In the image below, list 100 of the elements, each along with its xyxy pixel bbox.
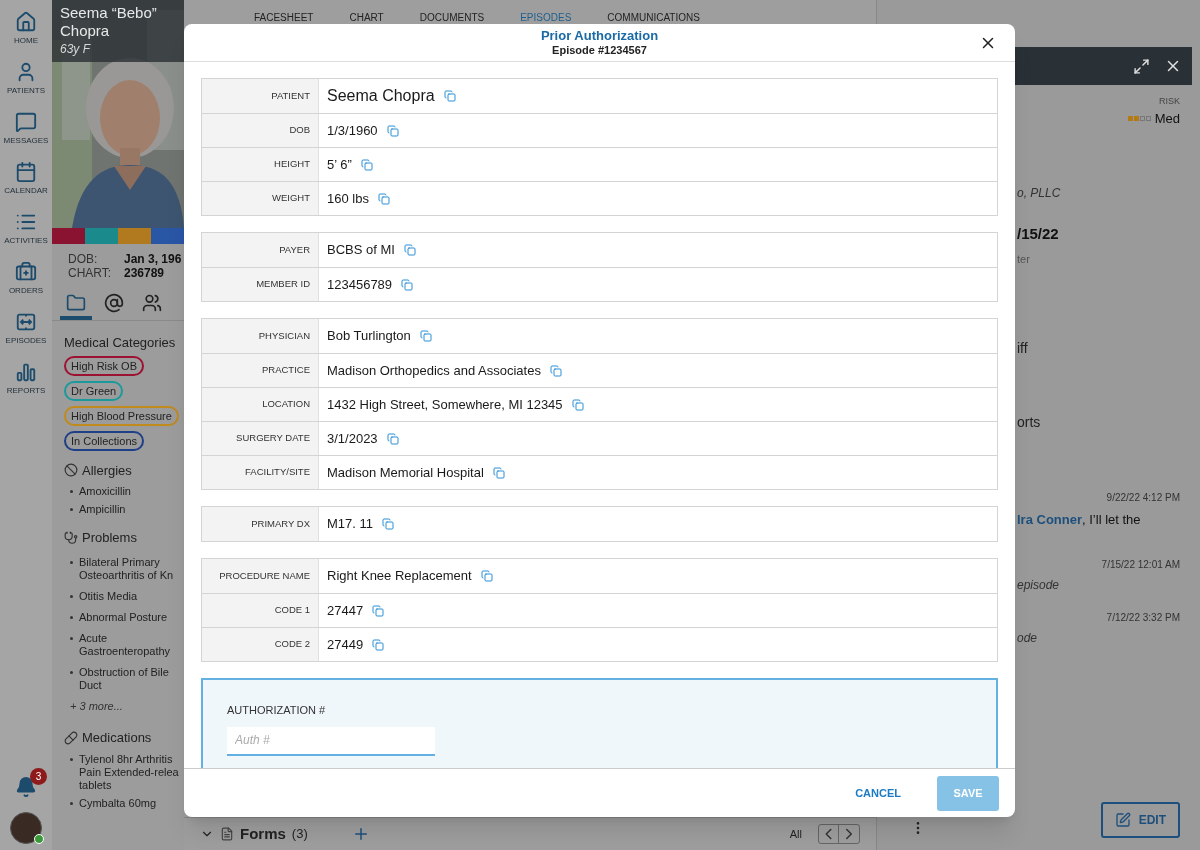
bullet-icon bbox=[70, 508, 73, 511]
field-value: Madison Memorial Hospital bbox=[327, 463, 484, 482]
bullet-icon bbox=[70, 757, 73, 761]
bullet-icon bbox=[70, 490, 73, 493]
notification-badge: 3 bbox=[30, 768, 47, 785]
expand-icon[interactable] bbox=[1133, 57, 1150, 75]
field-label: DOB bbox=[289, 123, 310, 138]
risk-value: Med bbox=[1154, 109, 1180, 128]
mention-link[interactable]: lra Conner bbox=[1017, 512, 1082, 527]
copy-icon[interactable] bbox=[372, 638, 385, 651]
copy-icon[interactable] bbox=[549, 364, 562, 377]
more-link[interactable]: + 3 more... bbox=[64, 697, 172, 714]
field-value: 1432 High Street, Somewhere, MI 12345 bbox=[327, 395, 563, 414]
section-title: Forms bbox=[240, 823, 286, 844]
nav-button[interactable]: EPISODES bbox=[0, 304, 52, 354]
bell-icon[interactable] bbox=[15, 776, 37, 798]
field-label: SURGERY DATE bbox=[236, 431, 310, 446]
timestamp: 7/12/22 3:32 PM bbox=[1106, 611, 1180, 625]
list-item: Acute Gastroenteropathy bbox=[79, 631, 171, 658]
stethoscope-icon bbox=[64, 530, 78, 545]
copy-icon[interactable] bbox=[480, 570, 493, 582]
calendar-icon bbox=[15, 161, 37, 183]
timestamp: 7/15/22 12:01 AM bbox=[1101, 558, 1180, 572]
pill-icon bbox=[64, 730, 78, 745]
arrows-box-icon bbox=[15, 311, 37, 333]
list-item: Abnormal Posture bbox=[79, 610, 168, 624]
timestamp: 9/22/22 4:12 PM bbox=[1106, 491, 1180, 505]
field-value: 3/1/2023 bbox=[327, 429, 378, 448]
nav-button[interactable]: MESSAGES bbox=[0, 104, 52, 154]
folder-icon bbox=[66, 293, 86, 313]
list-item: Cymbalta 60mg bbox=[79, 796, 157, 810]
home-icon bbox=[15, 11, 37, 33]
medical-kit-icon bbox=[15, 261, 37, 283]
copy-icon[interactable] bbox=[382, 518, 394, 530]
category-tag: In Collections bbox=[64, 430, 145, 451]
bullet-icon bbox=[70, 636, 73, 640]
copy-icon[interactable] bbox=[492, 466, 505, 479]
text-fragment: iff bbox=[1017, 340, 1028, 356]
ban-icon bbox=[64, 463, 78, 478]
people-icon bbox=[142, 293, 162, 313]
cancel-button[interactable]: CANCEL bbox=[855, 784, 901, 802]
list-item: Obstruction of Bile Duct bbox=[79, 665, 169, 692]
field-label: MEMBER ID bbox=[256, 277, 310, 292]
nav-button[interactable]: REPORTS bbox=[0, 354, 52, 404]
field-label: PATIENT bbox=[271, 88, 310, 103]
copy-icon[interactable] bbox=[360, 158, 373, 171]
authorization-input[interactable]: Auth # bbox=[227, 726, 435, 756]
field-label: PHYSICIAN bbox=[258, 328, 310, 343]
pager[interactable] bbox=[818, 824, 860, 844]
field-value: Jan 3, 196 bbox=[124, 252, 182, 266]
edit-button[interactable]: EDIT bbox=[1100, 802, 1180, 838]
category-tag: High Risk OB bbox=[64, 355, 145, 376]
copy-icon[interactable] bbox=[401, 278, 414, 291]
field-value: 123456789 bbox=[327, 275, 393, 294]
field-value: M17. 11 bbox=[327, 515, 373, 534]
chat-bubble-icon bbox=[15, 111, 37, 133]
bullet-icon bbox=[70, 560, 73, 564]
field-label: WEIGHT bbox=[272, 191, 310, 206]
section-title: Medications bbox=[82, 729, 152, 747]
nav-button[interactable]: CALENDAR bbox=[0, 154, 52, 204]
section-title: Allergies bbox=[82, 461, 132, 480]
main-tab[interactable]: DOCUMENTS bbox=[419, 12, 485, 23]
list-item: Ampicillin bbox=[79, 503, 126, 516]
list-item: Otitis Media bbox=[79, 589, 138, 603]
modal-title: Prior Authorization bbox=[540, 28, 659, 43]
field-value: 1/3/1960 bbox=[327, 121, 378, 140]
field-label: AUTHORIZATION # bbox=[227, 703, 327, 718]
field-value: Seema Chopra bbox=[327, 86, 435, 106]
copy-icon[interactable] bbox=[372, 604, 385, 617]
field-label: LOCATION bbox=[262, 397, 310, 412]
field-label: PRIMARY DX bbox=[251, 516, 310, 531]
bullet-icon bbox=[70, 670, 73, 674]
copy-icon[interactable] bbox=[386, 432, 399, 445]
nav-button[interactable]: ACTIVITIES bbox=[0, 204, 52, 254]
field-value: 236789 bbox=[124, 266, 166, 280]
bar-chart-icon bbox=[15, 361, 37, 383]
list-item: Tylenol 8hr Arthritis Pain Extended-relea tablets bbox=[79, 752, 179, 792]
main-tab[interactable]: FACESHEET bbox=[254, 12, 314, 23]
copy-icon[interactable] bbox=[571, 398, 584, 411]
main-tab[interactable]: COMMUNICATIONS bbox=[607, 12, 700, 23]
text-fragment: o, PLLC bbox=[1017, 186, 1061, 200]
nav-button[interactable]: PATIENTS bbox=[0, 54, 52, 104]
copy-icon[interactable] bbox=[386, 124, 399, 137]
copy-icon[interactable] bbox=[443, 90, 456, 102]
document-icon bbox=[220, 827, 234, 841]
text-fragment: ode bbox=[1017, 631, 1038, 645]
main-tab[interactable]: CHART bbox=[349, 12, 384, 23]
field-value: 27449 bbox=[327, 635, 364, 654]
copy-icon[interactable] bbox=[419, 330, 432, 342]
nav-button[interactable]: HOME bbox=[0, 4, 52, 54]
copy-icon[interactable] bbox=[377, 192, 390, 205]
list-item: Amoxicillin bbox=[79, 485, 131, 498]
field-label: DOB: bbox=[68, 252, 99, 266]
category-tag: High Blood Pressure bbox=[64, 405, 179, 426]
form-count: (3) bbox=[291, 825, 308, 844]
avatar[interactable] bbox=[10, 812, 42, 844]
field-label: FACILITY/SITE bbox=[245, 465, 310, 480]
nav-button[interactable]: ORDERS bbox=[0, 254, 52, 304]
copy-icon[interactable] bbox=[403, 244, 416, 256]
field-label: CODE 1 bbox=[274, 603, 310, 618]
